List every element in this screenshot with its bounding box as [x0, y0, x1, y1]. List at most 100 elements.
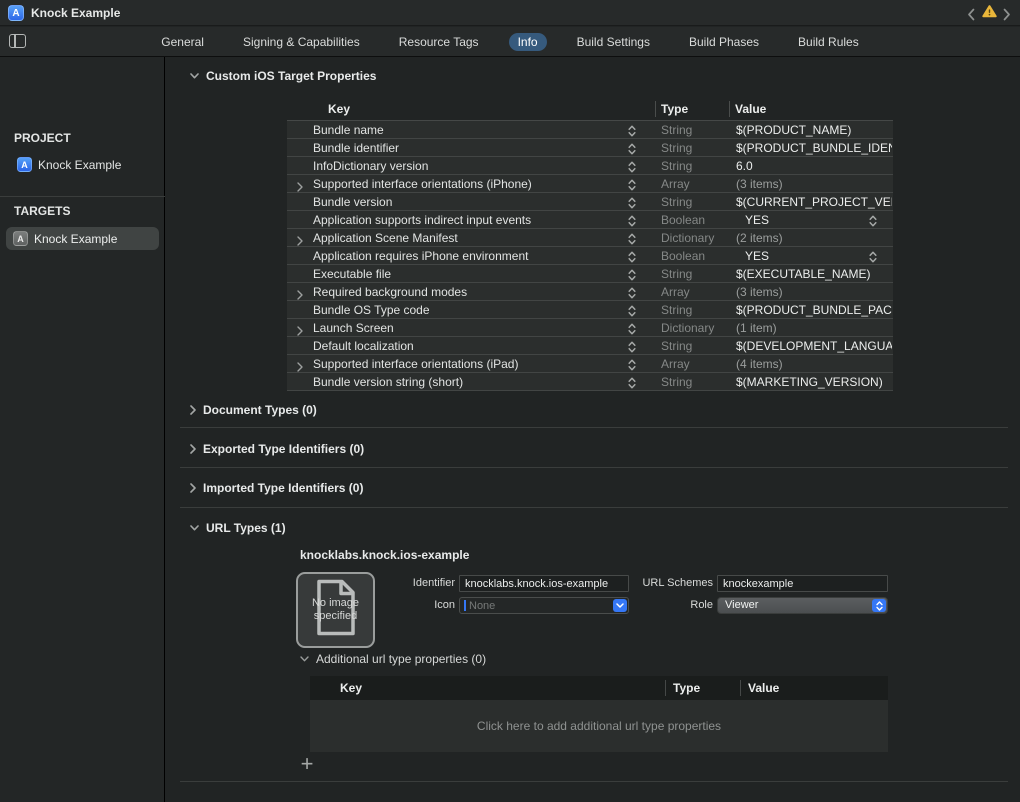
- property-row[interactable]: Required background modes Array (3 items…: [287, 283, 893, 301]
- tab-resource-tags[interactable]: Resource Tags: [390, 33, 488, 51]
- property-row[interactable]: Supported interface orientations (iPad) …: [287, 355, 893, 373]
- targets-section-label: TARGETS: [14, 204, 70, 218]
- url-type-image-well[interactable]: No image specified: [296, 572, 375, 648]
- property-row[interactable]: Executable file String $(EXECUTABLE_NAME…: [287, 265, 893, 283]
- property-value[interactable]: (3 items): [736, 177, 892, 191]
- identifier-label: Identifier: [380, 577, 455, 589]
- property-type: String: [661, 339, 692, 353]
- add-properties-hint: Click here to add additional url type pr…: [477, 719, 721, 733]
- combo-dropdown-icon[interactable]: [613, 599, 627, 612]
- additional-table-header: Key Type Value: [310, 676, 888, 700]
- property-row[interactable]: Supported interface orientations (iPhone…: [287, 175, 893, 193]
- property-key: Bundle OS Type code: [313, 303, 430, 317]
- chevron-down-icon: [190, 73, 199, 79]
- property-value[interactable]: (3 items): [736, 285, 892, 299]
- tab-info[interactable]: Info: [509, 33, 547, 51]
- section-title: Document Types (0): [203, 403, 317, 417]
- back-icon[interactable]: [967, 7, 976, 21]
- property-value[interactable]: 6.0: [736, 159, 892, 173]
- property-type: Dictionary: [661, 321, 714, 335]
- property-row[interactable]: Bundle name String $(PRODUCT_NAME): [287, 121, 893, 139]
- project-app-icon: A: [8, 5, 24, 21]
- icon-combo-box[interactable]: None: [459, 597, 629, 614]
- url-type-name: knocklabs.knock.ios-example: [300, 548, 469, 562]
- property-value[interactable]: (4 items): [736, 357, 892, 371]
- section-document-types[interactable]: Document Types (0): [190, 403, 317, 417]
- property-type: Array: [661, 285, 690, 299]
- property-row[interactable]: Application supports indirect input even…: [287, 211, 893, 229]
- tab-signing-capabilities[interactable]: Signing & Capabilities: [234, 33, 369, 51]
- property-value[interactable]: $(CURRENT_PROJECT_VERS: [736, 195, 892, 209]
- section-exported-type-identifiers[interactable]: Exported Type Identifiers (0): [190, 442, 364, 456]
- warning-icon[interactable]: [982, 5, 997, 23]
- property-row[interactable]: Default localization String $(DEVELOPMEN…: [287, 337, 893, 355]
- properties-table: Key Type Value Bundle name String $(PROD…: [287, 99, 893, 391]
- forward-icon[interactable]: [1003, 7, 1012, 21]
- property-row[interactable]: Bundle version String $(CURRENT_PROJECT_…: [287, 193, 893, 211]
- property-type: String: [661, 375, 692, 389]
- window-title: Knock Example: [31, 6, 120, 20]
- property-type: String: [661, 195, 692, 209]
- column-divider: [729, 101, 730, 117]
- title-bar: A Knock Example: [0, 0, 1020, 26]
- column-divider: [665, 680, 666, 696]
- content-bottom-divider: [180, 781, 1008, 782]
- section-custom-ios-target-properties[interactable]: Custom iOS Target Properties: [190, 69, 376, 83]
- additional-table-empty-area[interactable]: Click here to add additional url type pr…: [310, 700, 888, 752]
- property-value[interactable]: (1 item): [736, 321, 892, 335]
- identifier-input[interactable]: [459, 575, 629, 592]
- property-value[interactable]: YES: [745, 249, 901, 263]
- target-tabs: General Signing & Capabilities Resource Ta…: [0, 27, 1020, 57]
- property-key: InfoDictionary version: [313, 159, 428, 173]
- tab-build-settings[interactable]: Build Settings: [568, 33, 659, 51]
- property-row[interactable]: Launch Screen Dictionary (1 item): [287, 319, 893, 337]
- properties-table-header: Key Type Value: [287, 99, 893, 120]
- section-title: Additional url type properties (0): [316, 652, 486, 666]
- property-value[interactable]: $(DEVELOPMENT_LANGUAGE: [736, 339, 892, 353]
- chevron-down-icon: [190, 525, 199, 531]
- property-value[interactable]: $(PRODUCT_NAME): [736, 123, 892, 137]
- tab-build-rules[interactable]: Build Rules: [789, 33, 868, 51]
- property-type: Array: [661, 357, 690, 371]
- property-value[interactable]: $(MARKETING_VERSION): [736, 375, 892, 389]
- url-schemes-label: URL Schemes: [630, 577, 713, 589]
- section-additional-url-type-properties[interactable]: Additional url type properties (0): [300, 652, 486, 666]
- section-url-types[interactable]: URL Types (1): [190, 521, 286, 535]
- project-section-label: PROJECT: [14, 131, 71, 145]
- sidebar-item-target-selected[interactable]: A Knock Example: [6, 227, 159, 250]
- xcode-window: A Knock Example General Signing & Capabil…: [0, 0, 1020, 802]
- additional-properties-table: Key Type Value Click here to add additio…: [310, 676, 888, 752]
- section-title: Exported Type Identifiers (0): [203, 442, 364, 456]
- property-row[interactable]: Bundle version string (short) String $(M…: [287, 373, 893, 391]
- url-schemes-input[interactable]: [717, 575, 888, 592]
- property-value[interactable]: (2 items): [736, 231, 892, 245]
- sidebar-item-project[interactable]: A Knock Example: [17, 157, 121, 172]
- property-value[interactable]: YES: [745, 213, 901, 227]
- section-title: Custom iOS Target Properties: [206, 69, 376, 83]
- icon-combo-value: None: [469, 600, 495, 612]
- role-popup-button[interactable]: Viewer: [717, 597, 888, 614]
- property-type: Dictionary: [661, 231, 714, 245]
- property-row[interactable]: Application Scene Manifest Dictionary (2…: [287, 229, 893, 247]
- key-stepper-icon[interactable]: [628, 376, 636, 394]
- property-row[interactable]: Application requires iPhone environment …: [287, 247, 893, 265]
- property-value[interactable]: $(PRODUCT_BUNDLE_IDENT: [736, 141, 892, 155]
- property-key: Required background modes: [313, 285, 467, 299]
- section-title: URL Types (1): [206, 521, 286, 535]
- property-key: Application requires iPhone environment: [313, 249, 528, 263]
- property-key: Executable file: [313, 267, 391, 281]
- target-item-label: Knock Example: [34, 232, 117, 246]
- property-row[interactable]: Bundle OS Type code String $(PRODUCT_BUN…: [287, 301, 893, 319]
- add-url-type-button[interactable]: +: [297, 753, 317, 777]
- property-value[interactable]: $(PRODUCT_BUNDLE_PACKA: [736, 303, 892, 317]
- section-divider: [180, 467, 1008, 468]
- property-row[interactable]: Bundle identifier String $(PRODUCT_BUNDL…: [287, 139, 893, 157]
- tab-build-phases[interactable]: Build Phases: [680, 33, 768, 51]
- column-header-type: Type: [661, 102, 688, 116]
- property-value[interactable]: $(EXECUTABLE_NAME): [736, 267, 892, 281]
- section-imported-type-identifiers[interactable]: Imported Type Identifiers (0): [190, 481, 363, 495]
- tab-general[interactable]: General: [152, 33, 213, 51]
- property-row[interactable]: InfoDictionary version String 6.0: [287, 157, 893, 175]
- column-header-key: Key: [340, 681, 362, 695]
- property-type: String: [661, 303, 692, 317]
